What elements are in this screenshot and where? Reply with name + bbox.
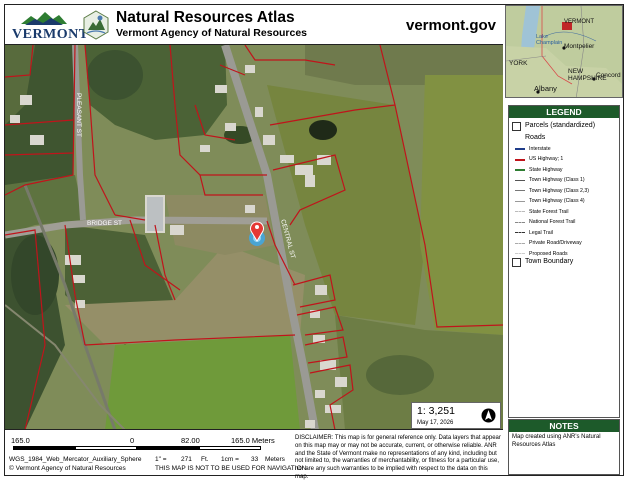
legend-road-swatch — [515, 148, 525, 150]
legend-road-label: Proposed Roads — [529, 250, 568, 257]
locator-label: Montpelier — [564, 43, 595, 50]
parcels-swatch — [512, 122, 521, 131]
notes-panel: NOTES Map created using ANR's Natural Re… — [508, 419, 620, 475]
legend-roads-heading: Roads — [525, 134, 546, 141]
map-footer: 165.0 0 82.00 165.0 Meters WGS_1984_Web_… — [5, 431, 503, 480]
location-marker[interactable] — [249, 221, 265, 246]
scale-ratio: 1: 3,251 — [417, 405, 455, 417]
legend-town-boundary: Town Boundary — [525, 258, 574, 265]
copyright-text: © Vermont Agency of Natural Resources — [9, 465, 126, 472]
notes-title: NOTES — [509, 420, 619, 432]
legend-road-label: National Forest Trail — [529, 219, 576, 225]
header: VERMONT Natural Resources Atlas Vermont … — [5, 5, 503, 45]
anr-logo-icon — [83, 10, 109, 40]
scale-ratio-box: 1: 3,251 May 17, 2026 — [411, 402, 501, 429]
legend-road-label: State Highway — [529, 166, 563, 173]
mountain-logo-icon — [21, 12, 67, 25]
legend-road-swatch — [515, 200, 525, 202]
legend-road-label: US Highway; 1 — [529, 156, 564, 162]
navigation-warning: THIS MAP IS NOT TO BE USED FOR NAVIGATIO… — [155, 465, 307, 472]
road-label-bridge: BRIDGE ST — [87, 220, 122, 227]
locator-label: Lake Champlain — [536, 34, 563, 46]
legend-road-label: Interstate — [529, 145, 551, 152]
legend-road-swatch — [515, 179, 525, 181]
legend-road-swatch — [515, 211, 525, 212]
legend-road-swatch — [515, 221, 525, 223]
road-label-pleasant: PLEASANT ST — [75, 93, 82, 137]
legend-road-label: Private Road/Driveway — [529, 240, 582, 246]
locator-label: VERMONT — [564, 19, 594, 25]
legend-road-swatch — [515, 232, 525, 233]
disclaimer-text: DISCLAIMER: This map is for general refe… — [295, 435, 501, 480]
legend-road-label: Town Highway (Class 4) — [529, 198, 585, 204]
locator-label: YORK — [509, 60, 528, 67]
scalebar — [13, 446, 261, 450]
locator-label: Concord — [596, 72, 621, 79]
legend-road-swatch — [515, 158, 525, 161]
legend-road-swatch — [515, 242, 525, 244]
aerial-imagery: PLEASANT ST BRIDGE ST CENTRAL ST — [5, 45, 503, 429]
legend-panel: LEGEND Parcels (standardized) Roads Inte… — [508, 105, 620, 418]
projection-text: WGS_1984_Web_Mercator_Auxiliary_Sphere — [9, 456, 142, 463]
site-link[interactable]: vermont.gov — [406, 17, 496, 34]
vermont-wordmark: VERMONT — [12, 27, 89, 42]
legend-title: LEGEND — [509, 106, 619, 118]
legend-road-label: Legal Trail — [529, 229, 553, 236]
green-field — [105, 335, 300, 429]
legend-road-label: State Forest Trail — [529, 208, 569, 215]
map-canvas[interactable]: PLEASANT ST BRIDGE ST CENTRAL ST — [5, 45, 503, 430]
town-boundary-swatch — [512, 258, 521, 267]
legend-road-label: Town Highway (Class 1) — [529, 177, 585, 183]
page-title: Natural Resources Atlas — [116, 9, 295, 26]
locator-map[interactable]: VERMONT Lake Champlain Montpelier YORK N… — [505, 5, 623, 98]
notes-text: Map created using ANR's Natural Resource… — [512, 434, 601, 448]
legend-road-label: Town Highway (Class 2,3) — [529, 187, 589, 194]
vermont-logo: VERMONT — [9, 8, 88, 42]
map-date: May 17, 2026 — [417, 420, 454, 426]
north-arrow-icon — [481, 408, 496, 423]
legend-road-swatch — [515, 190, 525, 191]
legend-parcels: Parcels (standardized) — [525, 122, 596, 129]
locator-label: Albany — [534, 84, 557, 93]
page-subtitle: Vermont Agency of Natural Resources — [116, 27, 307, 39]
legend-road-swatch — [515, 253, 525, 254]
legend-road-swatch — [515, 169, 525, 171]
